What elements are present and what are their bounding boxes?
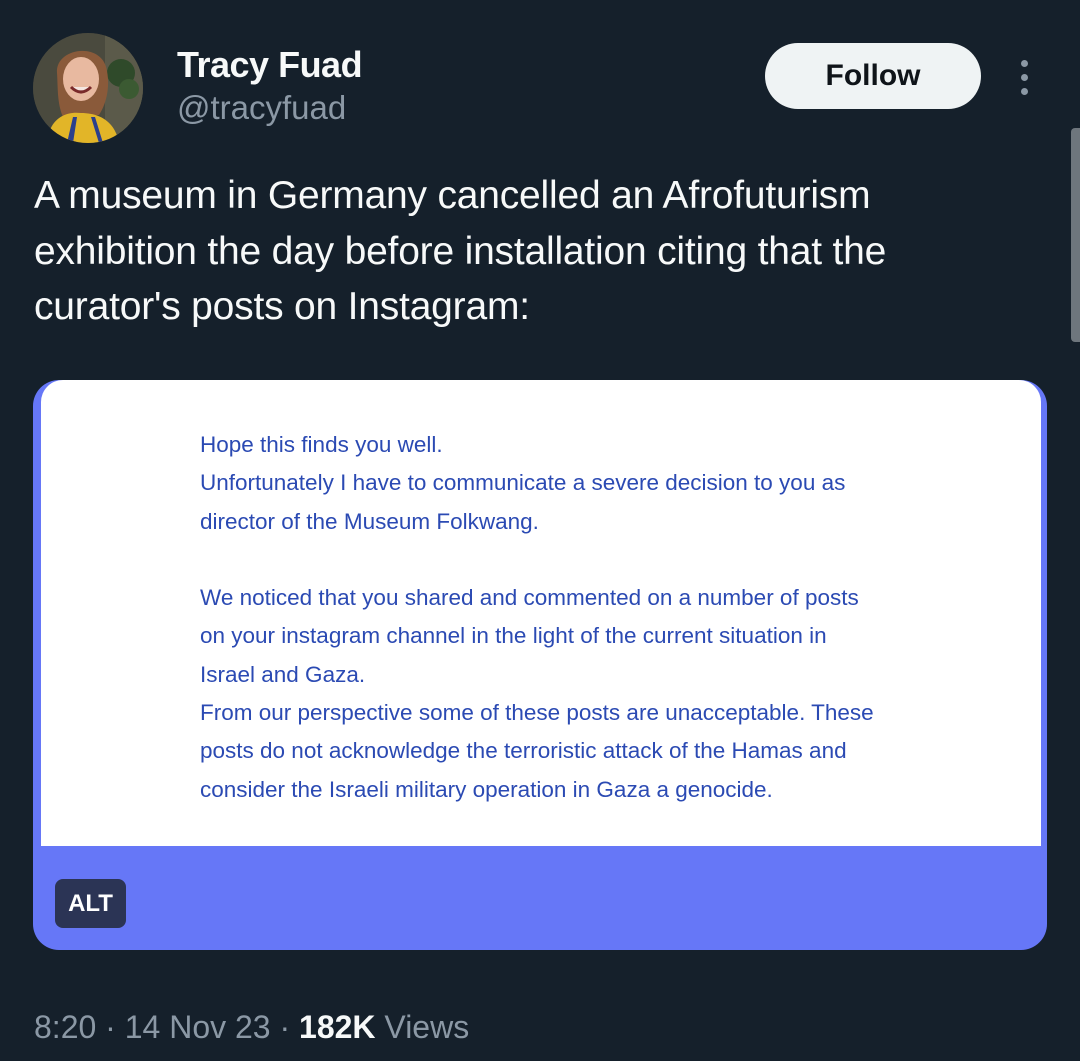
tweet-meta: 8:20 · 14 Nov 23 · 182K Views — [34, 1009, 469, 1046]
tweet-time[interactable]: 8:20 — [34, 1009, 96, 1045]
author-name[interactable]: Tracy Fuad — [177, 44, 363, 86]
tweet-detail: Tracy Fuad @tracyfuad Follow A museum in… — [0, 0, 1080, 1061]
tweet-date[interactable]: 14 Nov 23 — [125, 1009, 271, 1045]
alt-text-button[interactable]: ALT — [55, 879, 126, 928]
author-handle[interactable]: @tracyfuad — [177, 89, 346, 127]
more-dot — [1020, 59, 1028, 67]
author-avatar[interactable] — [33, 33, 143, 143]
more-dot — [1020, 73, 1028, 81]
views-count: 182K — [299, 1009, 376, 1045]
follow-button[interactable]: Follow — [765, 43, 981, 109]
scrollbar-thumb[interactable] — [1071, 128, 1080, 342]
letter-text: Hope this finds you well. Unfortunately … — [200, 432, 874, 802]
meta-separator: · — [105, 1009, 116, 1045]
tweet-media-image[interactable]: Hope this finds you well. Unfortunately … — [33, 380, 1047, 950]
more-options-icon[interactable] — [1008, 50, 1040, 104]
views-label: Views — [384, 1009, 470, 1045]
meta-separator: · — [279, 1009, 291, 1045]
profile-photo-icon — [33, 33, 143, 143]
more-dot — [1020, 87, 1028, 95]
tweet-text: A museum in Germany cancelled an Afrofut… — [34, 174, 887, 328]
letter-screenshot: Hope this finds you well. Unfortunately … — [41, 380, 1041, 846]
